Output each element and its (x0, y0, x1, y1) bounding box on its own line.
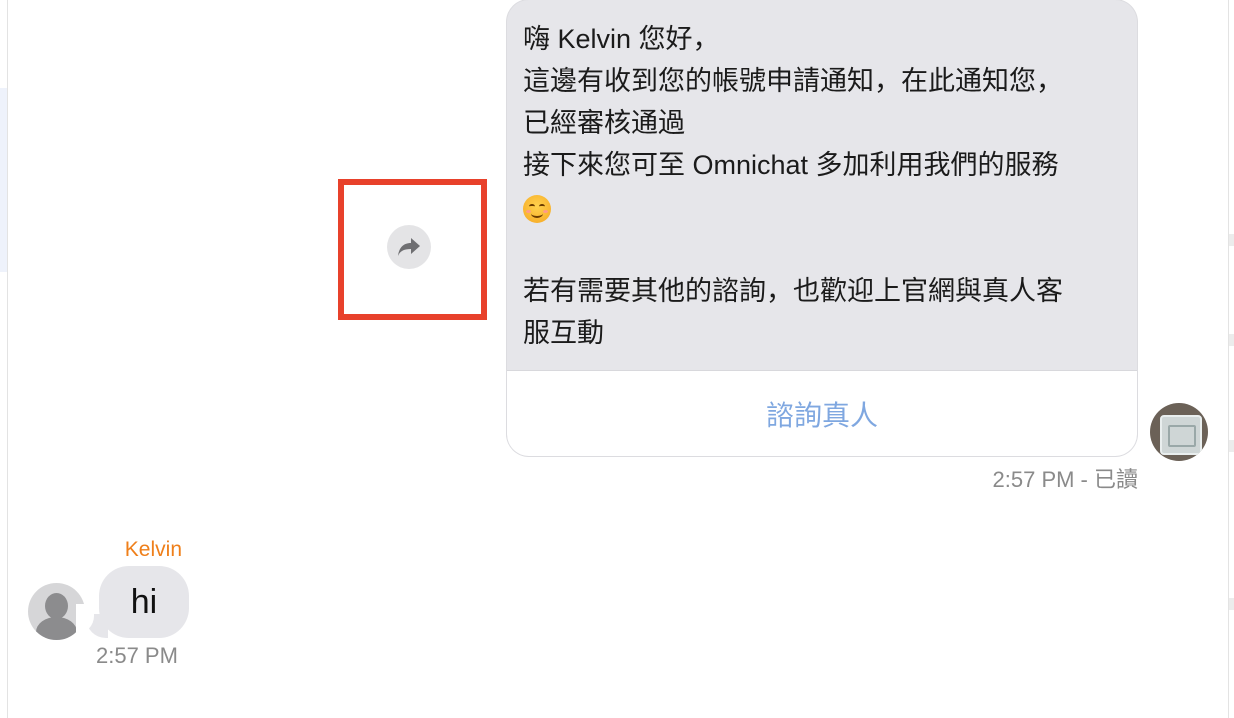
share-forward-button[interactable] (387, 225, 431, 269)
avatar-image-icon (1160, 415, 1202, 455)
bot-message-meta: 2:57 PM - 已讀 (992, 467, 1138, 492)
bot-message-blank-line (523, 228, 1127, 270)
consult-human-button[interactable]: 諮詢真人 (507, 370, 1137, 456)
bot-message-line: 已經審核通過 (523, 108, 685, 138)
user-message-bubble: hi (99, 566, 189, 638)
smiling-face-emoji-icon (523, 194, 551, 223)
right-panel-edge (1228, 0, 1229, 718)
scroll-tick (1229, 334, 1234, 346)
bot-message-bubble: 嗨 Kelvin 您好， 這邊有收到您的帳號申請通知，在此通知您， 已經審核通過接下… (507, 0, 1137, 456)
scroll-tick (1229, 234, 1234, 246)
bot-message-line: 嗨 Kelvin 您好， (523, 24, 720, 54)
bot-message-line: 接下來您可至 Omnichat 多加利用我們的服務 (523, 150, 1059, 180)
bot-message-line: 這邊有收到您的帳號申請通知，在此通知您， (523, 66, 1063, 96)
user-message-time: 2:57 PM (96, 643, 178, 668)
bot-message-line (523, 186, 1127, 228)
left-panel-highlight (0, 88, 7, 272)
scroll-tick (1229, 440, 1234, 452)
bot-avatar (1150, 403, 1208, 461)
bot-message-text: 嗨 Kelvin 您好， 這邊有收到您的帳號申請通知，在此通知您， 已經審核通過接下… (523, 18, 1127, 354)
bot-message-line: 若有需要其他的諮詢，也歡迎上官網與真人客 (523, 276, 1063, 306)
scroll-tick (1229, 598, 1234, 610)
sender-name: Kelvin (124, 538, 182, 561)
bot-message-line: 服互動 (523, 318, 604, 348)
person-silhouette-icon (45, 593, 68, 619)
share-arrow-icon (398, 238, 420, 256)
